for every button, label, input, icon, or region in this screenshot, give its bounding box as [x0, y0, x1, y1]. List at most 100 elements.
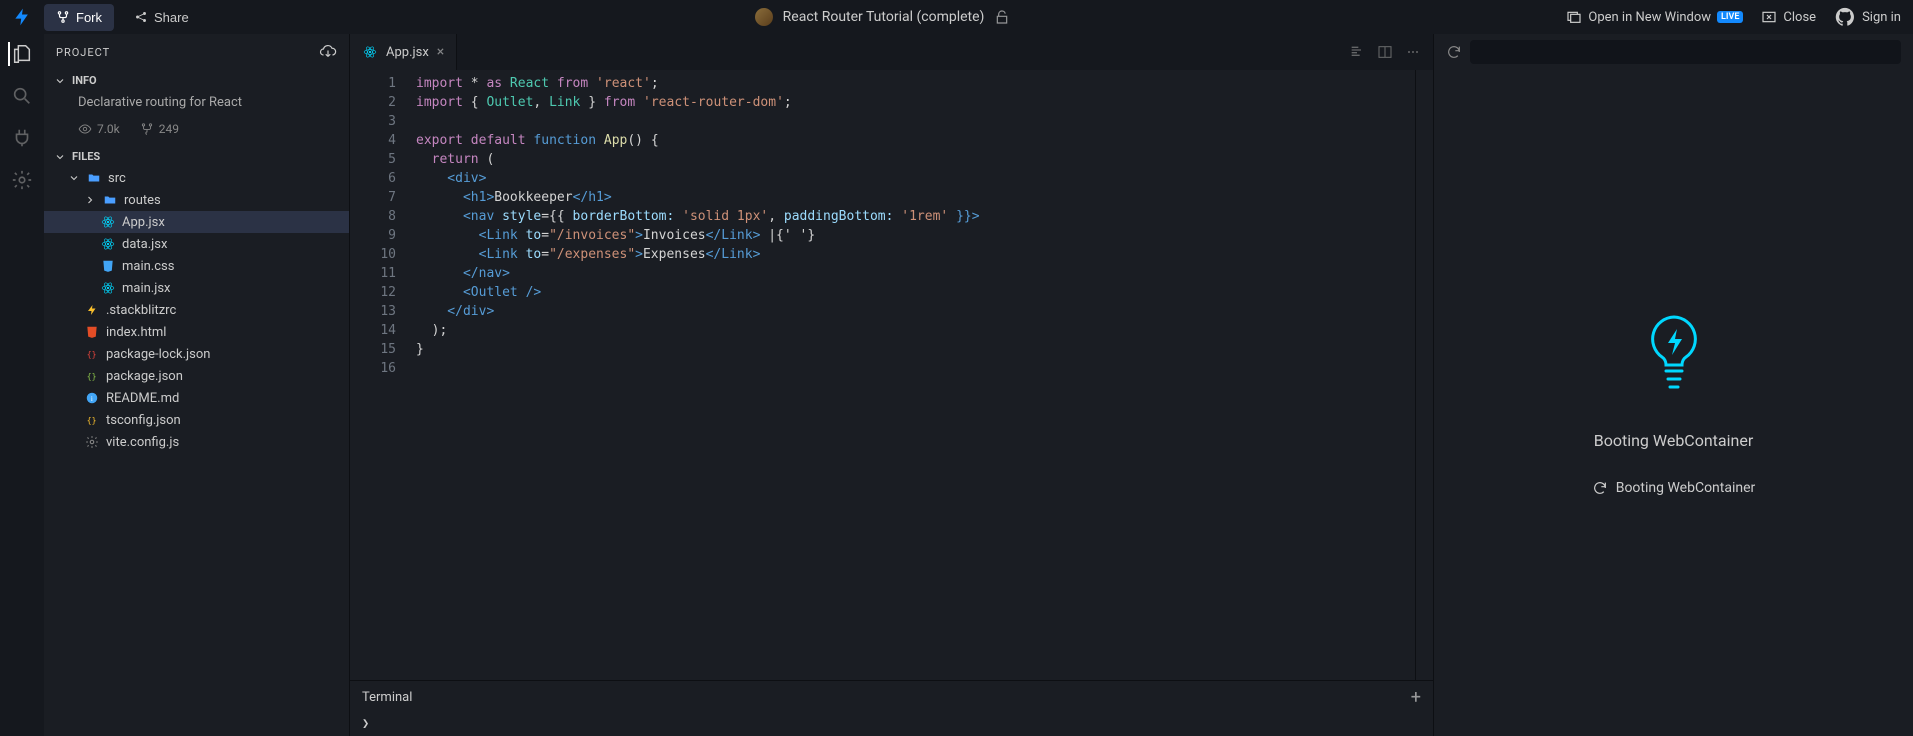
- preview-toolbar: [1434, 34, 1913, 70]
- fork-label: Fork: [76, 10, 102, 25]
- editor-tabs: App.jsx ×: [350, 34, 1433, 70]
- preview-status: Booting WebContainer: [1592, 480, 1756, 496]
- spinner-icon: [1592, 480, 1608, 496]
- activity-bar: [0, 34, 44, 736]
- bolt-icon: [84, 302, 100, 318]
- fork-button[interactable]: Fork: [44, 4, 114, 31]
- file-main-jsx[interactable]: main.jsx: [44, 277, 349, 299]
- html-icon: [84, 324, 100, 340]
- chevron-down-icon: [54, 151, 66, 163]
- stackblitz-logo[interactable]: [12, 7, 32, 27]
- file-vite-config[interactable]: vite.config.js: [44, 431, 349, 453]
- folder-routes[interactable]: routes: [44, 189, 349, 211]
- split-editor-button[interactable]: [1377, 44, 1393, 60]
- more-actions-button[interactable]: [1405, 44, 1421, 60]
- open-new-window-button[interactable]: Open in New Window LIVE: [1566, 9, 1743, 25]
- preview-body: Booting WebContainer Booting WebContaine…: [1434, 70, 1913, 736]
- file-main-css[interactable]: main.css: [44, 255, 349, 277]
- reload-icon: [1446, 44, 1462, 60]
- preview-panel: Booting WebContainer Booting WebContaine…: [1433, 34, 1913, 736]
- fork-small-icon: [140, 122, 154, 136]
- split-icon: [1377, 44, 1393, 60]
- share-button[interactable]: Share: [124, 4, 199, 31]
- chevron-right-icon: [84, 194, 96, 206]
- file-tree: src routes App.jsx data.jsx main.css mai…: [44, 167, 349, 736]
- file-package-json[interactable]: {}package.json: [44, 365, 349, 387]
- folder-icon: [86, 170, 102, 186]
- project-stats: 7.0k 249: [44, 118, 349, 146]
- project-title[interactable]: React Router Tutorial (complete): [783, 9, 985, 25]
- info-section-toggle[interactable]: INFO: [44, 70, 349, 91]
- gear-icon: [84, 434, 100, 450]
- search-tab[interactable]: [10, 84, 34, 108]
- sidebar-header-title: PROJECT: [56, 46, 110, 59]
- ports-tab[interactable]: [10, 126, 34, 150]
- chevron-down-icon: [68, 172, 80, 184]
- code-content[interactable]: import * as React from 'react';import { …: [410, 70, 1415, 680]
- info-section-title: INFO: [72, 74, 97, 87]
- preview-url-bar[interactable]: [1470, 40, 1901, 64]
- files-icon: [11, 43, 33, 65]
- svg-text:i: i: [91, 395, 93, 403]
- line-gutter: 12345678910111213141516: [350, 70, 410, 680]
- sidebar: PROJECT INFO Declarative routing for Rea…: [44, 34, 349, 736]
- file-tsconfig[interactable]: {}tsconfig.json: [44, 409, 349, 431]
- settings-tab[interactable]: [10, 168, 34, 192]
- prettier-icon: [1349, 44, 1365, 60]
- css-icon: [100, 258, 116, 274]
- terminal-panel: Terminal + ❯: [350, 680, 1433, 736]
- info-icon: i: [84, 390, 100, 406]
- sidebar-header: PROJECT: [44, 34, 349, 70]
- project-description: Declarative routing for React: [44, 91, 349, 118]
- close-preview-icon: [1761, 9, 1777, 25]
- close-button[interactable]: Close: [1761, 9, 1816, 25]
- file-index-html[interactable]: index.html: [44, 321, 349, 343]
- plug-icon: [11, 127, 33, 149]
- owner-avatar[interactable]: [755, 8, 773, 26]
- reload-preview-button[interactable]: [1446, 44, 1462, 60]
- file-package-lock[interactable]: {}package-lock.json: [44, 343, 349, 365]
- files-section-title: FILES: [72, 150, 100, 163]
- dots-icon: [1405, 44, 1421, 60]
- svg-text:{}: {}: [87, 349, 97, 359]
- react-icon: [100, 280, 116, 296]
- react-icon: [362, 44, 378, 60]
- signin-button[interactable]: Sign in: [1834, 6, 1901, 28]
- react-icon: [100, 214, 116, 230]
- format-button[interactable]: [1349, 44, 1365, 60]
- json-icon: {}: [84, 412, 100, 428]
- file-stackblitzrc[interactable]: .stackblitzrc: [44, 299, 349, 321]
- terminal-body[interactable]: ❯: [350, 714, 1433, 736]
- react-icon: [100, 236, 116, 252]
- code-editor[interactable]: 12345678910111213141516 import * as Reac…: [350, 70, 1433, 680]
- explorer-tab[interactable]: [8, 42, 34, 66]
- json-icon: {}: [84, 346, 100, 362]
- file-readme[interactable]: iREADME.md: [44, 387, 349, 409]
- file-app-jsx[interactable]: App.jsx: [44, 211, 349, 233]
- svg-text:{}: {}: [87, 371, 97, 381]
- live-badge: LIVE: [1717, 11, 1743, 23]
- svg-text:{}: {}: [87, 415, 97, 425]
- editor-area: App.jsx × 12345678910111213141516 import…: [349, 34, 1433, 736]
- files-section-toggle[interactable]: FILES: [44, 146, 349, 167]
- terminal-title[interactable]: Terminal: [362, 690, 412, 705]
- signin-label: Sign in: [1862, 10, 1901, 25]
- folder-src[interactable]: src: [44, 167, 349, 189]
- new-terminal-button[interactable]: +: [1411, 687, 1421, 708]
- github-icon: [1834, 6, 1856, 28]
- new-window-icon: [1566, 9, 1582, 25]
- close-tab-button[interactable]: ×: [437, 44, 444, 60]
- file-data-jsx[interactable]: data.jsx: [44, 233, 349, 255]
- search-icon: [11, 85, 33, 107]
- minimap[interactable]: [1415, 70, 1433, 680]
- tab-label: App.jsx: [386, 45, 429, 60]
- tab-app-jsx[interactable]: App.jsx ×: [350, 34, 457, 70]
- folder-icon: [102, 192, 118, 208]
- project-title-area: React Router Tutorial (complete): [199, 8, 1567, 26]
- editor-actions: [1349, 34, 1433, 70]
- views-stat: 7.0k: [78, 122, 120, 136]
- bolt-icon: [12, 7, 32, 27]
- cloud-download-icon[interactable]: [319, 43, 337, 61]
- gear-icon: [11, 169, 33, 191]
- lightbulb-icon: [1642, 311, 1706, 401]
